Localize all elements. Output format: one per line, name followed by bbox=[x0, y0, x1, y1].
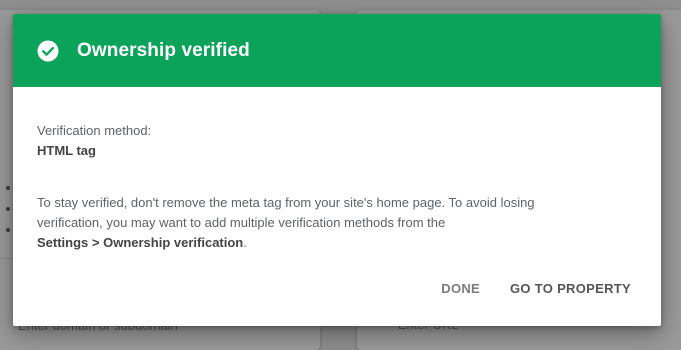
dialog-actions: DONE GO TO PROPERTY bbox=[429, 273, 643, 304]
bullet bbox=[6, 228, 10, 232]
dialog-body: Verification method: HTML tag To stay ve… bbox=[13, 87, 661, 253]
settings-ownership-verification-link[interactable]: Settings > Ownership verification bbox=[37, 235, 243, 250]
bullet bbox=[6, 207, 10, 211]
ownership-verified-dialog: Ownership verified Verification method: … bbox=[13, 14, 661, 326]
info-text-suffix: . bbox=[243, 235, 247, 250]
check-circle-icon bbox=[37, 40, 59, 62]
background-bullet-list bbox=[6, 186, 12, 249]
bullet bbox=[6, 186, 10, 190]
dialog-header: Ownership verified bbox=[13, 14, 661, 87]
info-text-body: To stay verified, don't remove the meta … bbox=[37, 195, 535, 230]
dialog-title: Ownership verified bbox=[77, 39, 250, 61]
done-button[interactable]: DONE bbox=[429, 273, 492, 304]
verification-method-value: HTML tag bbox=[37, 143, 96, 158]
verification-method-label: Verification method: bbox=[37, 123, 152, 138]
verification-info-text: To stay verified, don't remove the meta … bbox=[37, 193, 597, 253]
go-to-property-button[interactable]: GO TO PROPERTY bbox=[498, 273, 643, 304]
